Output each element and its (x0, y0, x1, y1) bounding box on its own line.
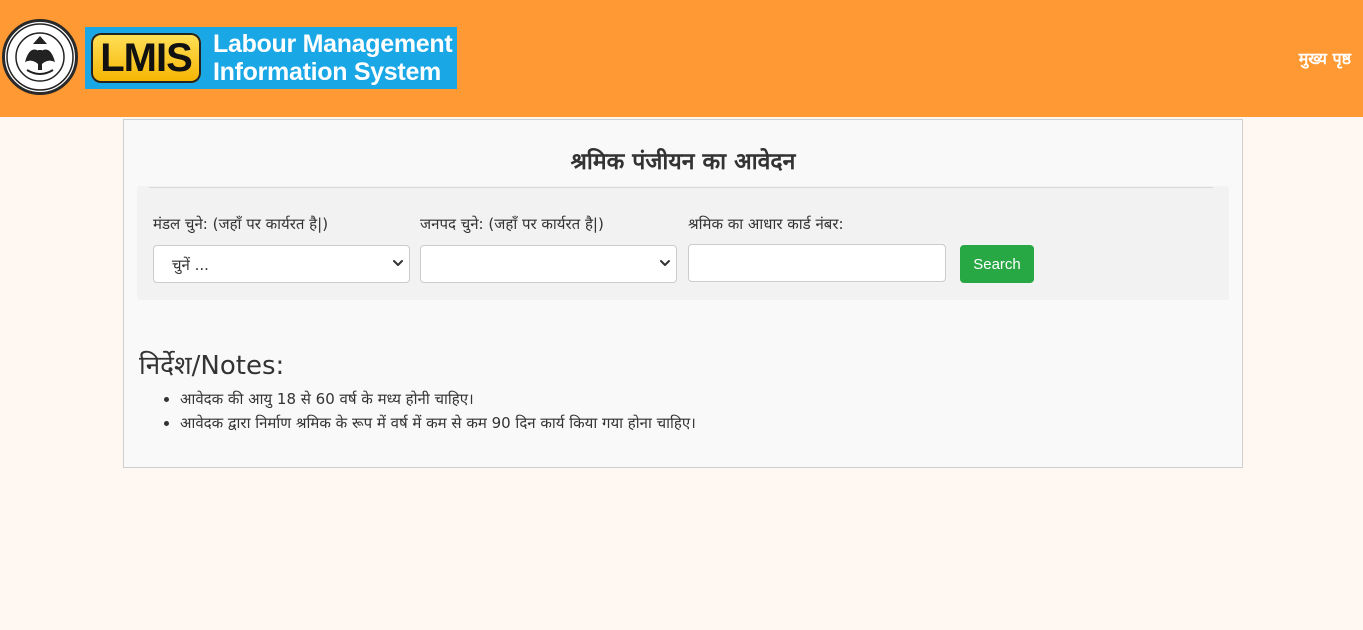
logo-line-2: Information System (213, 58, 441, 86)
lmis-logo: LMIS Labour Management Information Syste… (85, 27, 457, 89)
title-divider (149, 187, 1213, 188)
district-label: जनपद चुने: (जहाँ पर कार्यरत है|) (420, 215, 604, 233)
notes-title: निर्देश/Notes: (139, 351, 285, 381)
aadhaar-input[interactable] (688, 244, 946, 282)
chevron-down-icon (660, 260, 670, 266)
search-form: मंडल चुने: (जहाँ पर कार्यरत है|) चुनें .… (137, 186, 1229, 300)
page-title: श्रमिक पंजीयन का आवेदन (570, 149, 796, 175)
district-select[interactable] (420, 245, 677, 283)
aadhaar-label: श्रमिक का आधार कार्ड नंबर: (688, 215, 844, 233)
site-header: LMIS Labour Management Information Syste… (0, 0, 1363, 117)
note-item: आवेदक द्वारा निर्माण श्रमिक के रूप में व… (180, 411, 696, 435)
division-label: मंडल चुने: (जहाँ पर कार्यरत है|) (153, 215, 329, 233)
search-button[interactable]: Search (960, 245, 1034, 283)
division-select-value: चुनें ... (172, 256, 209, 274)
chevron-down-icon (393, 260, 403, 266)
nav-home-link[interactable]: मुख्य पृष्ठ (1299, 47, 1351, 69)
lmis-logo-badge: LMIS (91, 33, 201, 83)
logo-line-1: Labour Management (213, 30, 453, 58)
division-select[interactable]: चुनें ... (153, 245, 410, 283)
note-item: आवेदक की आयु 18 से 60 वर्ष के मध्य होनी … (180, 387, 696, 411)
lmis-logo-text: Labour Management Information System (213, 30, 453, 86)
up-government-emblem-icon (2, 19, 78, 95)
registration-panel: श्रमिक पंजीयन का आवेदन मंडल चुने: (जहाँ … (123, 119, 1243, 468)
notes-list: आवेदक की आयु 18 से 60 वर्ष के मध्य होनी … (139, 387, 696, 435)
